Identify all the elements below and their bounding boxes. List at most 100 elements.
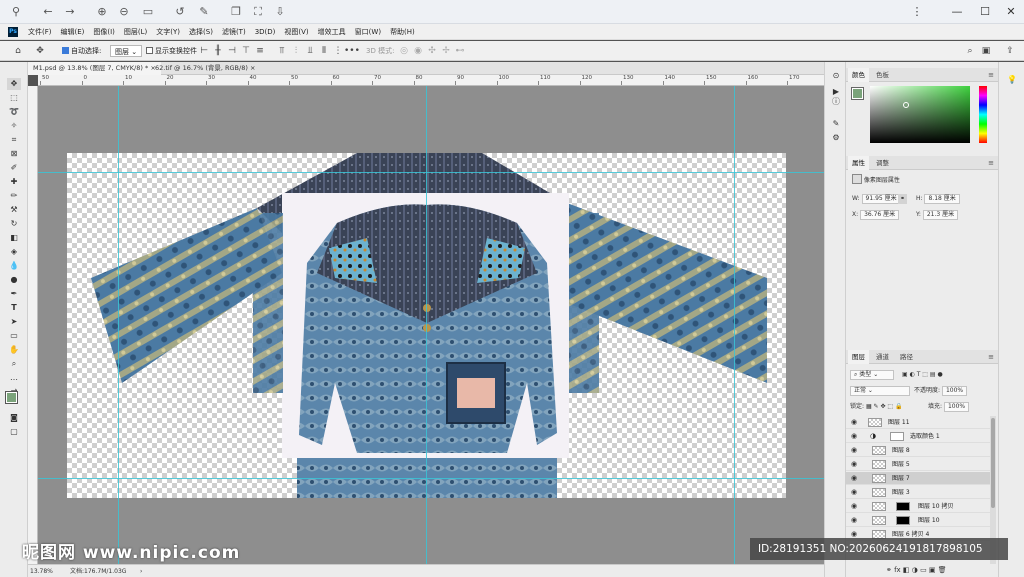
tab-62-tif[interactable]: 62.tif @ 16.7% (背景, RGB/8) × bbox=[150, 62, 260, 75]
menu-3d[interactable]: 3D(D) bbox=[255, 24, 276, 40]
distribute-hcenter-icon[interactable]: ⋮ bbox=[332, 45, 344, 57]
menu-plugins[interactable]: 增效工具 bbox=[318, 24, 346, 40]
color-picker-field[interactable] bbox=[870, 86, 970, 143]
home-icon[interactable]: ⌂ bbox=[12, 45, 24, 57]
maximize-button[interactable]: ☐ bbox=[972, 2, 998, 22]
brush-settings-icon[interactable]: ✎ bbox=[830, 118, 842, 130]
guide-vertical[interactable] bbox=[118, 86, 119, 564]
eye-icon[interactable]: ◉ bbox=[851, 430, 857, 443]
status-arrow-icon[interactable]: › bbox=[140, 565, 142, 577]
height-field[interactable]: 8.18 厘米 bbox=[924, 194, 960, 204]
crop-frame-icon[interactable]: ⛶ bbox=[250, 4, 266, 20]
zoom-level[interactable]: 13.78% bbox=[30, 565, 53, 577]
tab-paths[interactable]: 路径 bbox=[896, 350, 917, 364]
layer-row[interactable]: ◉ 图层 8 bbox=[846, 444, 990, 457]
export-icon[interactable]: ⇩ bbox=[272, 4, 288, 20]
eyedropper-tool-icon[interactable]: ✐ bbox=[7, 162, 21, 174]
auto-select-dropdown[interactable]: 图层 ⌄ bbox=[110, 45, 143, 57]
blur-tool-icon[interactable]: 💧 bbox=[7, 260, 21, 272]
color-picker-cursor[interactable] bbox=[903, 102, 909, 108]
adjustments-icon[interactable]: ⚙ bbox=[830, 132, 842, 144]
back-arrow-icon[interactable]: ← bbox=[40, 4, 56, 20]
tab-close-icon[interactable]: × bbox=[250, 64, 255, 72]
layer-row[interactable]: ◉ 图层 11 bbox=[846, 416, 990, 429]
guide-horizontal[interactable] bbox=[38, 172, 824, 173]
guide-vertical[interactable] bbox=[734, 86, 735, 564]
tab-adjustments[interactable]: 调整 bbox=[872, 156, 893, 170]
path-select-icon[interactable]: ➤ bbox=[7, 316, 21, 328]
fill-field[interactable]: 100% bbox=[943, 402, 970, 412]
tab-channels[interactable]: 通道 bbox=[872, 350, 893, 364]
zoom-in-icon[interactable]: ⊕ bbox=[94, 4, 110, 20]
layer-row[interactable]: ◉ 图层 5 bbox=[846, 458, 990, 471]
magic-wand-icon[interactable]: ✧ bbox=[7, 120, 21, 132]
history-panel-icon[interactable]: ⊙ bbox=[830, 70, 842, 82]
panel-menu-icon[interactable]: ≡ bbox=[988, 156, 994, 170]
healing-brush-icon[interactable]: ✚ bbox=[7, 176, 21, 188]
menu-file[interactable]: 文件(F) bbox=[28, 24, 52, 40]
3d-scale-icon[interactable]: ⊷ bbox=[454, 45, 466, 57]
show-transform-checkbox[interactable]: 显示变换控件 bbox=[146, 45, 197, 57]
eye-icon[interactable]: ◉ bbox=[851, 416, 857, 429]
layer-filter-icons[interactable]: ▣ ◐ T ⬚ ▤ ● bbox=[902, 370, 943, 380]
workspace-icon[interactable]: ▣ bbox=[980, 45, 992, 57]
layer-filter-dropdown[interactable]: ⌕ 类型 ⌄ bbox=[850, 370, 894, 380]
edit-icon[interactable]: ✎ bbox=[196, 4, 212, 20]
menu-filter[interactable]: 滤镜(T) bbox=[222, 24, 246, 40]
tab-swatches[interactable]: 色板 bbox=[872, 68, 893, 82]
hue-slider[interactable] bbox=[979, 86, 987, 143]
eraser-tool-icon[interactable]: ◧ bbox=[7, 232, 21, 244]
more-options-icon[interactable]: ••• bbox=[344, 45, 360, 57]
foreground-color-swatch[interactable] bbox=[851, 87, 864, 100]
canvas-workspace[interactable] bbox=[38, 86, 824, 564]
frame-tool-icon[interactable]: ⊠ bbox=[7, 148, 21, 160]
panel-menu-icon[interactable]: ≡ bbox=[988, 350, 994, 364]
paint-bucket-icon[interactable]: ◈ bbox=[7, 246, 21, 258]
history-brush-icon[interactable]: ↻ bbox=[7, 218, 21, 230]
layer-row[interactable]: ◉ 图层 3 bbox=[846, 486, 990, 499]
3d-pan-icon[interactable]: ✣ bbox=[426, 45, 438, 57]
menu-edit[interactable]: 编辑(E) bbox=[61, 24, 85, 40]
marquee-tool-icon[interactable]: ⬚ bbox=[7, 92, 21, 104]
discover-icon[interactable]: 💡 bbox=[1006, 74, 1018, 86]
opacity-field[interactable]: 100% bbox=[941, 386, 968, 396]
eye-icon[interactable]: ◉ bbox=[851, 472, 857, 485]
eye-icon[interactable]: ◉ bbox=[851, 458, 857, 471]
rectangle-tool-icon[interactable]: ▭ bbox=[7, 330, 21, 342]
layer-row-selected[interactable]: ◉ 图层 7 bbox=[846, 472, 990, 485]
width-field[interactable]: 91.95 厘米 bbox=[861, 194, 901, 204]
menu-select[interactable]: 选择(S) bbox=[189, 24, 213, 40]
tab-properties[interactable]: 属性 bbox=[848, 156, 869, 170]
type-tool-icon[interactable]: T bbox=[7, 302, 21, 314]
align-middle-icon[interactable]: ≡ bbox=[254, 45, 266, 57]
pen-tool-icon[interactable]: ✒ bbox=[7, 288, 21, 300]
auto-select-checkbox[interactable]: 自动选择: bbox=[62, 45, 101, 57]
3d-orbit-icon[interactable]: ◎ bbox=[398, 45, 410, 57]
guide-vertical[interactable] bbox=[426, 86, 427, 564]
search-icon[interactable]: ⌕ bbox=[964, 45, 976, 57]
hand-tool-icon[interactable]: ✋ bbox=[7, 344, 21, 356]
distribute-middle-icon[interactable]: ⫶ bbox=[290, 45, 302, 57]
align-right-icon[interactable]: ⊣ bbox=[226, 45, 238, 57]
x-field[interactable]: 36.76 厘米 bbox=[860, 210, 900, 220]
move-tool-icon[interactable]: ✥ bbox=[7, 78, 21, 90]
menu-image[interactable]: 图像(I) bbox=[93, 24, 115, 40]
fit-screen-icon[interactable]: ▭ bbox=[140, 4, 156, 20]
crop-tool-icon[interactable]: ⌗ bbox=[7, 134, 21, 146]
menu-type[interactable]: 文字(Y) bbox=[156, 24, 180, 40]
share-icon[interactable]: ⇪ bbox=[1004, 45, 1016, 57]
distribute-left-icon[interactable]: ⫴ bbox=[318, 45, 330, 57]
menu-help[interactable]: 帮助(H) bbox=[390, 24, 415, 40]
copy-icon[interactable]: ❐ bbox=[228, 4, 244, 20]
more-icon[interactable]: ⋮ bbox=[904, 2, 930, 22]
guide-horizontal[interactable] bbox=[38, 478, 824, 479]
menu-layer[interactable]: 图层(L) bbox=[124, 24, 147, 40]
clone-stamp-icon[interactable]: ⚒ bbox=[7, 204, 21, 216]
3d-slide-icon[interactable]: ✢ bbox=[440, 45, 452, 57]
tab-m1-psd[interactable]: M1.psd @ 13.8% (图层 7, CMYK/8) * × bbox=[28, 62, 161, 75]
layer-row[interactable]: ◉ 图层 10 bbox=[846, 514, 990, 527]
minimize-button[interactable]: — bbox=[944, 2, 970, 22]
align-left-icon[interactable]: ⊢ bbox=[198, 45, 210, 57]
align-top-icon[interactable]: ⊤ bbox=[240, 45, 252, 57]
lock-icons[interactable]: ▦ ✎ ✥ ⬚ 🔒 bbox=[866, 403, 903, 410]
